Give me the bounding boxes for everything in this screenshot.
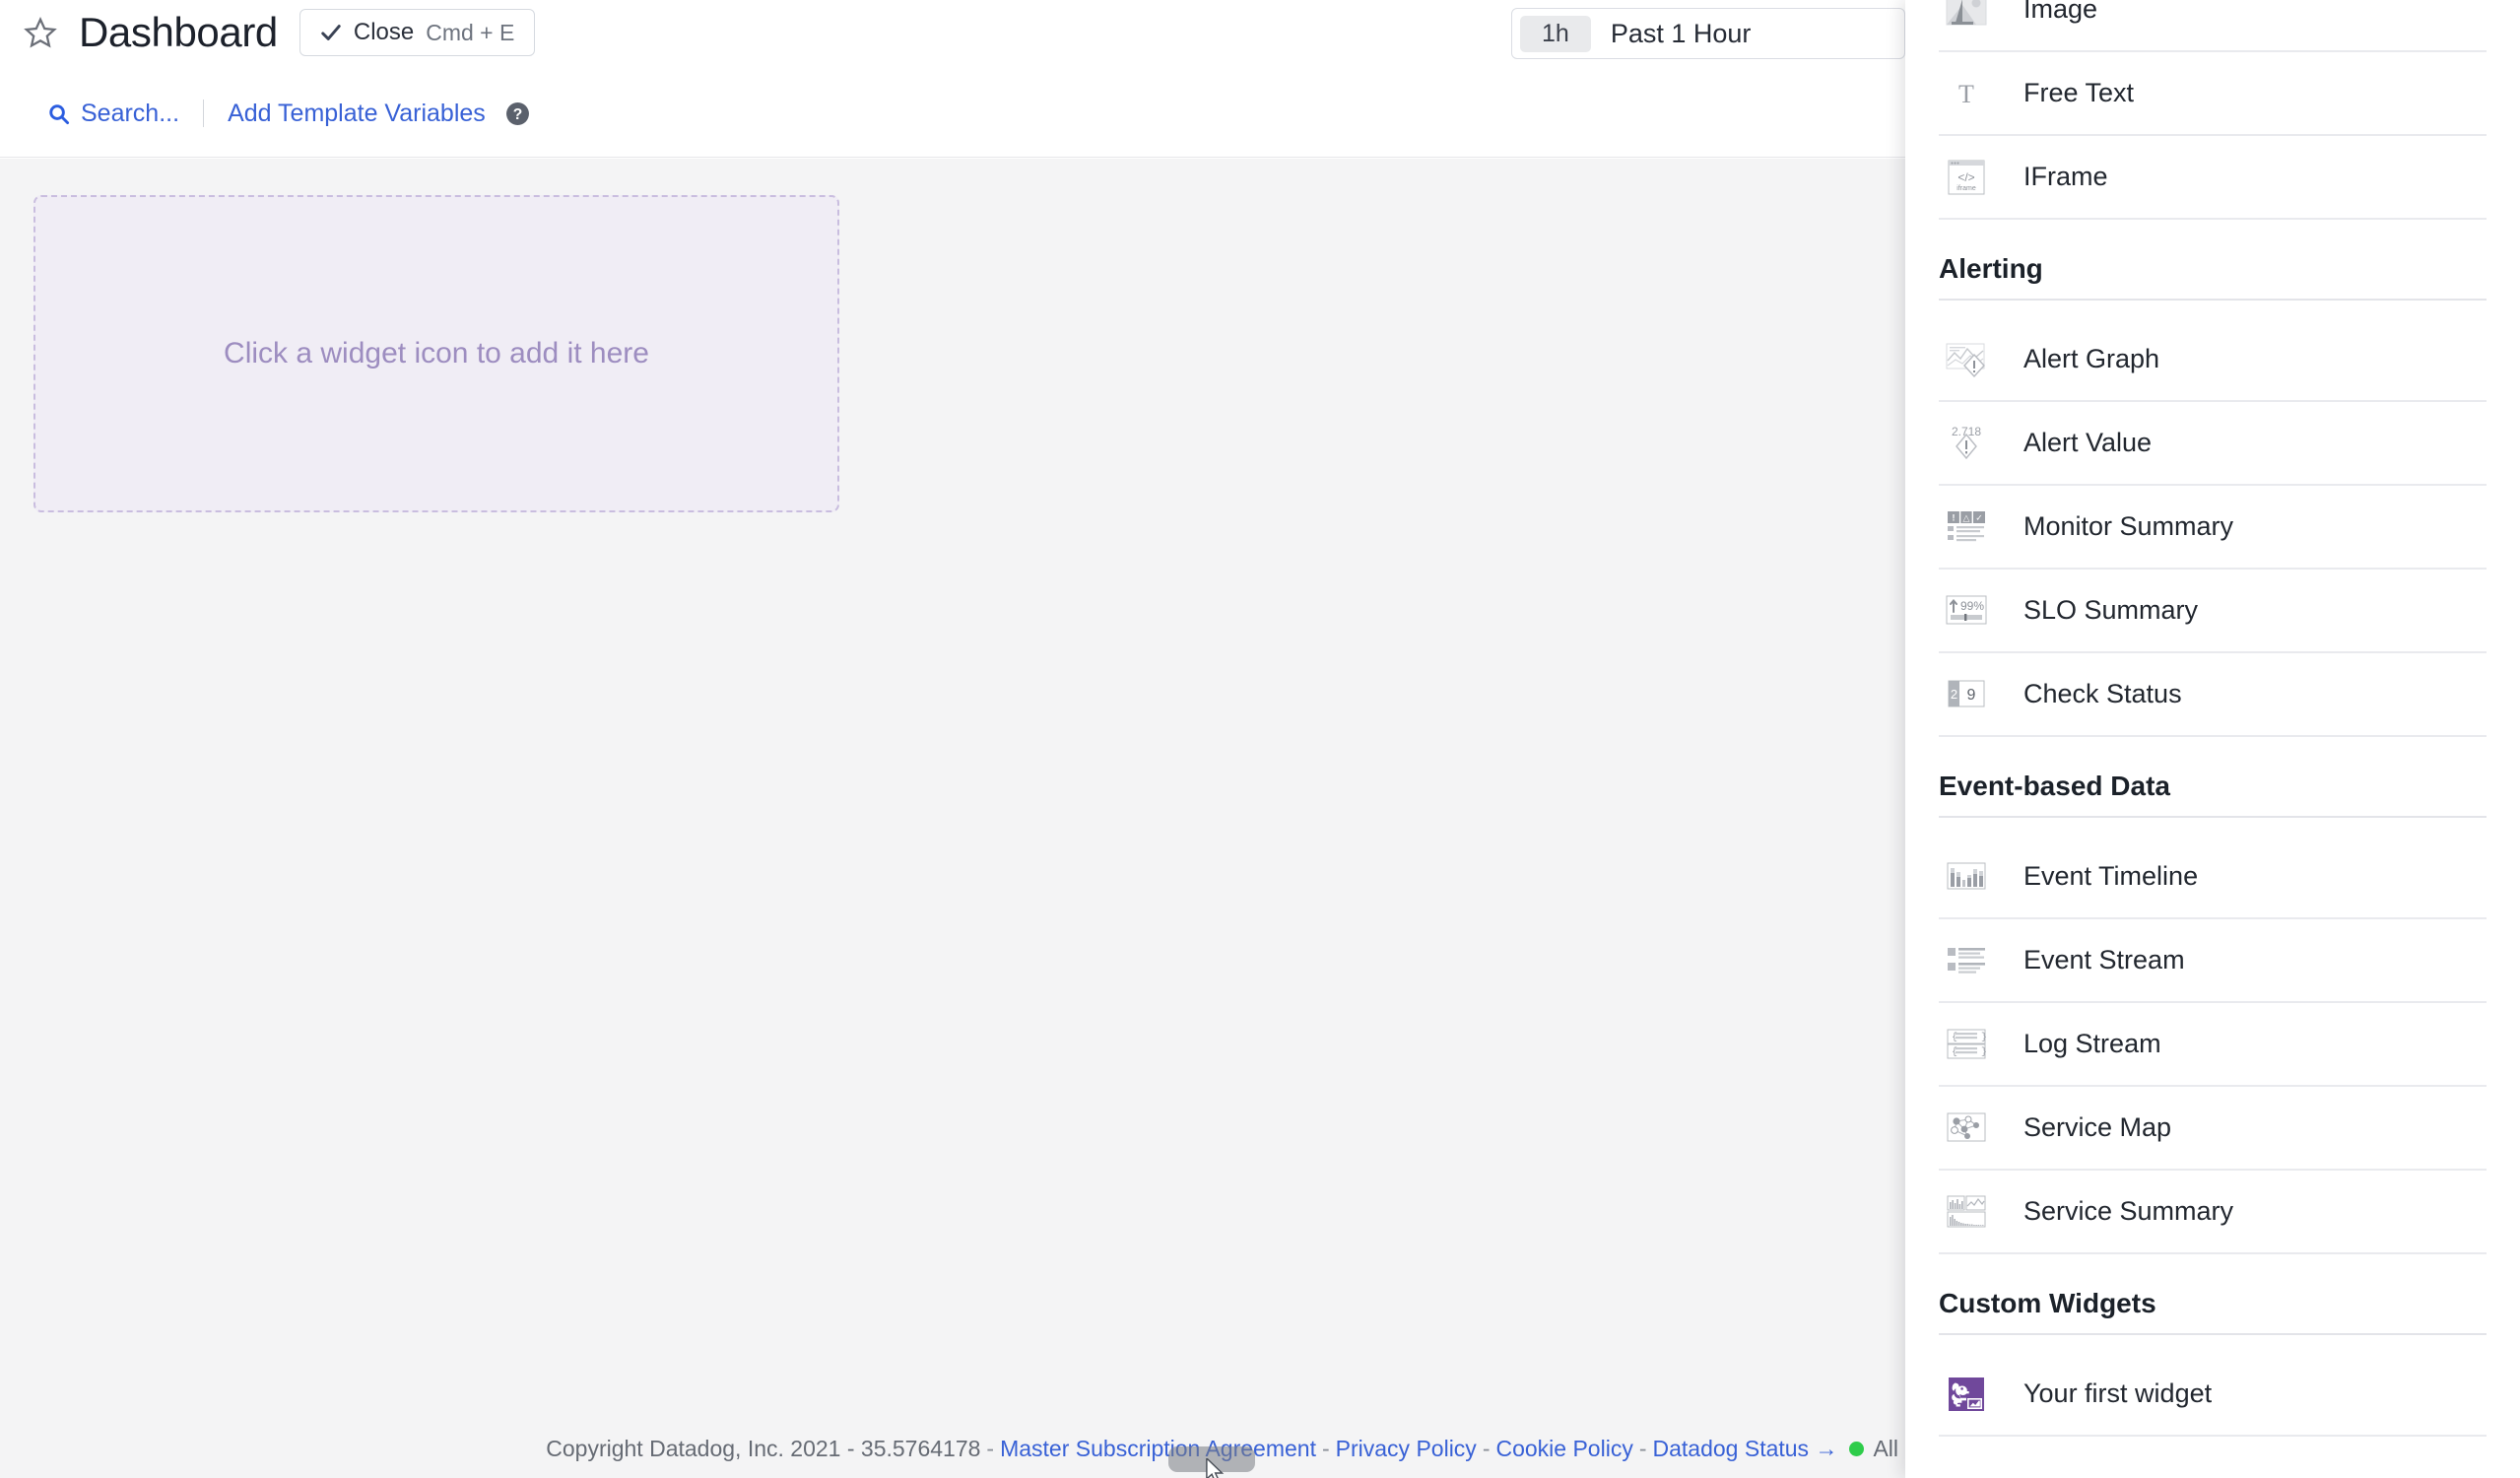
widget-item-label: Image: [2023, 0, 2098, 24]
svg-text:99%: 99%: [1960, 599, 1984, 613]
service-map-icon: [1941, 1106, 1992, 1151]
subnav-row: Search... Add Template Variables ?: [47, 94, 530, 133]
widget-item-event-stream[interactable]: Event Stream: [1939, 919, 2487, 1003]
panel-section-heading: Custom Widgets: [1939, 1254, 2487, 1335]
svg-text:}: }: [1981, 1032, 1987, 1043]
monitor-summary-icon: ! △ ✓: [1941, 504, 1992, 550]
check-icon: [320, 22, 342, 43]
widget-item-label: Your first widget: [2023, 1378, 2213, 1408]
widget-item-label: IFrame: [2023, 162, 2108, 191]
free-text-icon: T: [1941, 71, 1992, 116]
title-row: Dashboard Close Cmd + E: [24, 2, 536, 63]
add-template-variables-link[interactable]: Add Template Variables: [228, 100, 486, 128]
widget-item-iframe[interactable]: </> iframe IFrame: [1939, 136, 2487, 220]
page-title: Dashboard: [79, 9, 278, 55]
time-range-picker[interactable]: 1h Past 1 Hour: [1511, 8, 1905, 59]
footer-link-privacy-policy[interactable]: Privacy Policy: [1336, 1436, 1477, 1462]
close-button[interactable]: Close Cmd + E: [298, 9, 536, 56]
widget-item-image[interactable]: Image: [1939, 0, 2487, 52]
widget-item-alert-value[interactable]: 2.718 Alert Value: [1939, 402, 2487, 486]
widget-item-your-first-widget[interactable]: Your first widget: [1939, 1353, 2487, 1437]
svg-text:△: △: [1963, 512, 1970, 522]
alert-value-icon: 2.718: [1941, 421, 1992, 466]
footer-link-cookie-policy[interactable]: Cookie Policy: [1495, 1436, 1632, 1462]
widget-drop-zone[interactable]: Click a widget icon to add it here: [33, 195, 839, 512]
svg-text:?: ?: [513, 106, 523, 123]
widget-item-label: Alert Graph: [2023, 344, 2160, 373]
widget-item-slo-summary[interactable]: 99% SLO Summary: [1939, 570, 2487, 653]
svg-text:!: !: [1953, 512, 1956, 522]
alert-graph-icon: [1941, 337, 1992, 382]
svg-text:T: T: [1958, 80, 1974, 108]
widget-item-label: Free Text: [2023, 78, 2135, 107]
footer-separator: -: [1321, 1435, 1330, 1461]
widget-item-check-status[interactable]: 2 9 Check Status: [1939, 653, 2487, 737]
footer-link-datadog-status[interactable]: Datadog Status →: [1653, 1436, 1838, 1462]
event-stream-icon: [1941, 938, 1992, 983]
widget-item-label: Service Map: [2023, 1112, 2172, 1142]
widget-item-label: Log Stream: [2023, 1029, 2161, 1058]
widget-item-event-timeline[interactable]: Event Timeline: [1939, 836, 2487, 919]
time-range-chip: 1h: [1520, 15, 1591, 52]
slo-summary-icon: 99%: [1941, 588, 1992, 634]
search-icon: [47, 102, 70, 125]
iframe-icon: </> iframe: [1941, 155, 1992, 200]
log-stream-icon: {}{}: [1941, 1022, 1992, 1067]
widget-item-alert-graph[interactable]: Alert Graph: [1939, 318, 2487, 402]
widget-item-monitor-summary[interactable]: ! △ ✓ Monitor Summary: [1939, 486, 2487, 570]
widget-item-label: Alert Value: [2023, 428, 2153, 457]
event-timeline-icon: [1941, 854, 1992, 900]
footer-separator: -: [986, 1435, 995, 1461]
widget-item-label: Event Timeline: [2023, 861, 2199, 891]
svg-text:}: }: [1981, 1046, 1987, 1058]
footer-separator: -: [1482, 1435, 1491, 1461]
footer-copyright: Copyright Datadog, Inc. 2021 - 35.576417…: [546, 1435, 981, 1461]
search-label: Search...: [81, 99, 180, 127]
time-range-label: Past 1 Hour: [1610, 18, 1752, 48]
widget-item-label: Monitor Summary: [2023, 511, 2234, 541]
status-dot-icon: [1849, 1441, 1865, 1456]
subnav-divider: [203, 100, 205, 127]
widget-list: Image T Free Text </> iframe IFrame Alerting Al…: [1905, 0, 2520, 1437]
footer-link-master-subscription-agreement[interactable]: Master Subscription Agreement: [1000, 1436, 1316, 1462]
svg-text:</>: </>: [1957, 170, 1974, 184]
panel-section-heading: Alerting: [1939, 220, 2487, 301]
check-status-icon: 29: [1941, 672, 1992, 717]
widget-item-service-summary[interactable]: Service Summary: [1939, 1171, 2487, 1254]
widget-item-label: Check Status: [2023, 679, 2182, 708]
star-icon[interactable]: [24, 16, 57, 49]
search-input[interactable]: Search...: [47, 100, 179, 128]
svg-text:2: 2: [1951, 687, 1957, 702]
image-picture-icon: [1941, 0, 1992, 33]
widget-item-log-stream[interactable]: {}{} Log Stream: [1939, 1003, 2487, 1087]
widget-item-service-map[interactable]: Service Map: [1939, 1087, 2487, 1171]
widget-drop-zone-label: Click a widget icon to add it here: [224, 337, 649, 370]
svg-text:iframe: iframe: [1956, 185, 1976, 192]
service-summary-icon: [1941, 1189, 1992, 1235]
panel-section-heading: Event-based Data: [1939, 737, 2487, 818]
svg-text:✓: ✓: [1975, 512, 1983, 522]
help-circle-icon[interactable]: ?: [505, 101, 530, 126]
app-root: Dashboard Close Cmd + E Search... Add Te…: [0, 0, 2520, 1478]
widget-item-free-text[interactable]: T Free Text: [1939, 52, 2487, 136]
datadog-dog-icon: [1941, 1372, 1992, 1417]
widget-picker-panel: Image T Free Text </> iframe IFrame Alerting Al…: [1905, 0, 2520, 1478]
svg-text:9: 9: [1967, 687, 1976, 704]
footer-separator: -: [1638, 1435, 1647, 1461]
widget-item-label: Event Stream: [2023, 945, 2185, 974]
close-button-label: Close: [353, 19, 415, 45]
widget-item-label: SLO Summary: [2023, 595, 2199, 625]
widget-item-label: Service Summary: [2023, 1196, 2234, 1226]
close-button-shortcut: Cmd + E: [426, 19, 515, 45]
